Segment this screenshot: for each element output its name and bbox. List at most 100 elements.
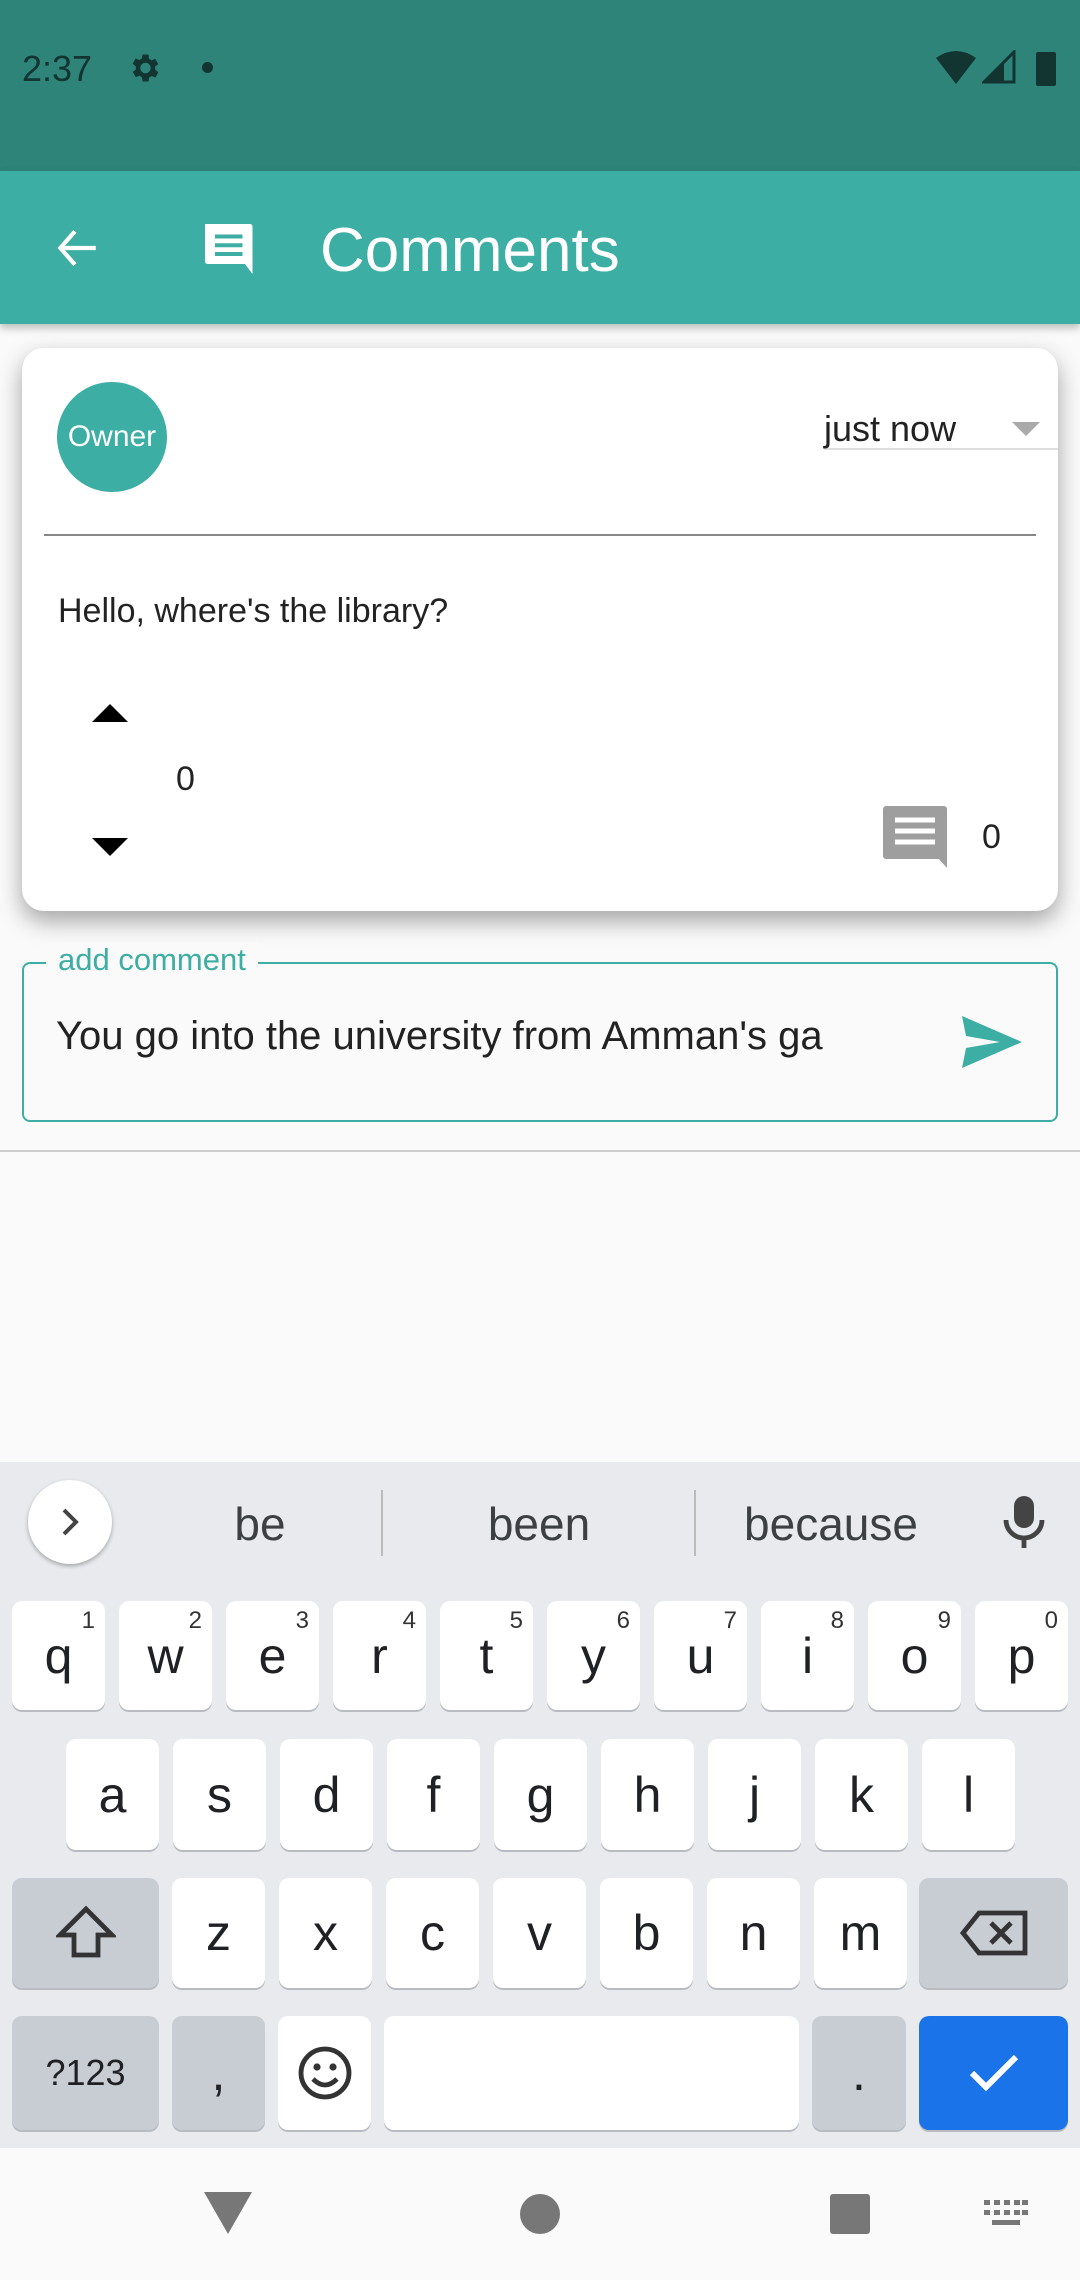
timestamp-dropdown[interactable]: just now [824,408,1058,450]
downvote-icon[interactable] [92,838,128,856]
key-label: h [633,1766,662,1823]
key-w[interactable]: w2 [119,1601,212,1710]
check-icon [969,2054,1018,2092]
key-label: u [686,1627,715,1684]
key-hint: 7 [723,1607,737,1634]
post-body: Hello, where's the library? [58,592,449,630]
key-label: p [1007,1627,1036,1684]
backspace-icon [959,1910,1027,1956]
key-label: w [147,1627,184,1684]
suggestion[interactable]: because [696,1462,966,1585]
comment-input-value[interactable]: You go into the university from Amman's … [56,1014,916,1059]
emoji-icon [298,2046,351,2100]
key-q[interactable]: q1 [12,1601,105,1710]
space-key[interactable] [384,2016,799,2130]
emoji-key[interactable] [278,2016,371,2130]
key-o[interactable]: o9 [868,1601,961,1710]
key-label: q [44,1627,73,1684]
key-label: g [526,1766,555,1823]
wifi-icon [936,51,976,84]
keyboard-switch-icon[interactable] [984,2200,1028,2228]
key-label: x [313,1905,338,1961]
key-b[interactable]: b [600,1878,693,1988]
send-icon[interactable] [962,1016,1022,1068]
key-hint: 5 [509,1607,523,1634]
key-y[interactable]: y6 [547,1601,640,1710]
timestamp: just now [824,408,957,449]
key-g[interactable]: g [494,1739,587,1850]
key-m[interactable]: m [814,1878,907,1988]
key-label: k [849,1766,874,1823]
key-l[interactable]: l [922,1739,1015,1850]
back-nav-icon[interactable] [204,2192,252,2234]
key-e[interactable]: e3 [226,1601,319,1710]
battery-icon [1036,52,1056,86]
key-hint: 4 [402,1607,416,1634]
backspace-key[interactable] [919,1878,1068,1988]
key-d[interactable]: d [280,1739,373,1850]
key-t[interactable]: t5 [440,1601,533,1710]
key-label: i [801,1627,814,1684]
dot-icon [202,62,213,73]
key-c[interactable]: c [386,1878,479,1988]
key-label: , [211,2045,226,2101]
comment-input[interactable]: add comment You go into the university f… [22,942,1058,1122]
period-key[interactable]: . [812,2016,906,2130]
key-j[interactable]: j [708,1739,801,1850]
microphone-icon[interactable] [1000,1494,1048,1550]
enter-key[interactable] [919,2016,1068,2130]
key-label: a [98,1766,127,1823]
shift-icon [55,1905,116,1958]
key-hint: 8 [830,1607,844,1634]
status-time: 2:37 [22,48,93,89]
expand-toolbar-button[interactable] [28,1480,112,1564]
recents-nav-icon[interactable] [830,2194,870,2234]
divider [44,534,1036,536]
upvote-icon[interactable] [92,704,128,722]
comment-icon [205,224,253,274]
key-s[interactable]: s [173,1739,266,1850]
status-bar: 2:37 [0,0,1080,171]
key-label: c [420,1905,445,1961]
home-nav-icon[interactable] [520,2194,560,2234]
suggestion[interactable]: been [384,1462,694,1585]
key-i[interactable]: i8 [761,1601,854,1710]
comment-count: 0 [982,818,1001,856]
key-hint: 9 [937,1607,951,1634]
divider [0,1150,1080,1152]
key-label: t [479,1627,494,1684]
key-r[interactable]: r4 [333,1601,426,1710]
divider [381,1490,383,1556]
key-label: y [581,1627,606,1684]
key-u[interactable]: u7 [654,1601,747,1710]
key-label: o [900,1627,929,1684]
shift-key[interactable] [12,1878,159,1988]
key-x[interactable]: x [279,1878,372,1988]
comma-key[interactable]: , [172,2016,265,2130]
key-hint: 6 [616,1607,630,1634]
key-hint: 0 [1044,1607,1058,1634]
comments-icon[interactable] [883,806,947,868]
key-label: m [839,1905,882,1961]
key-hint: 3 [295,1607,309,1634]
key-label: d [312,1766,341,1823]
suggestion[interactable]: be [140,1462,380,1585]
avatar: Owner [57,382,167,492]
key-label: . [852,2045,866,2101]
symbols-key[interactable]: ?123 [12,2016,159,2130]
key-n[interactable]: n [707,1878,800,1988]
key-f[interactable]: f [387,1739,480,1850]
key-z[interactable]: z [172,1878,265,1988]
signal-icon [982,50,1016,84]
key-v[interactable]: v [493,1878,586,1988]
key-k[interactable]: k [815,1739,908,1850]
key-a[interactable]: a [66,1739,159,1850]
post-card: Owner just now Hello, where's the librar… [22,348,1058,911]
chevron-down-icon [1012,422,1040,436]
arrow-left-icon[interactable] [52,223,102,273]
navigation-bar [0,2148,1080,2280]
key-label: s [207,1766,232,1823]
key-p[interactable]: p0 [975,1601,1068,1710]
chevron-right-icon [62,1508,79,1536]
key-h[interactable]: h [601,1739,694,1850]
